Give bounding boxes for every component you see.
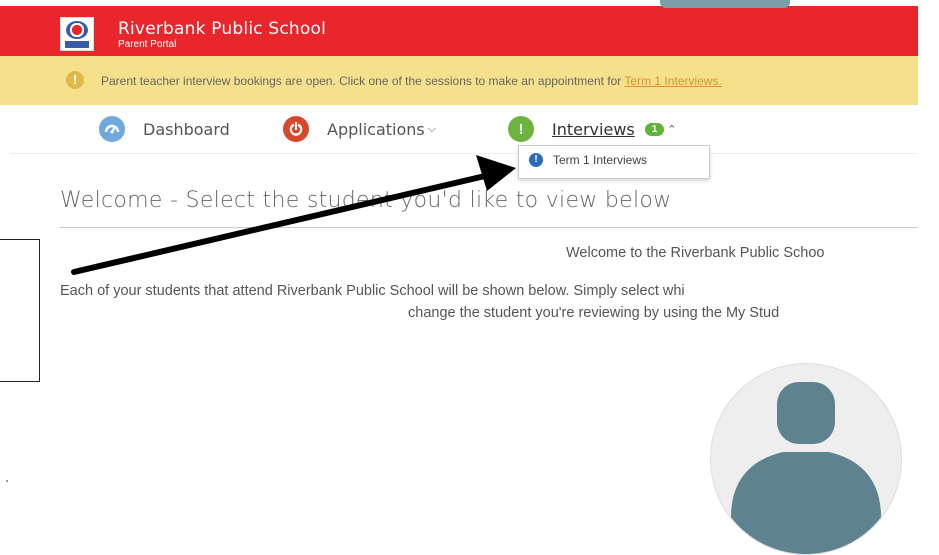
welcome-line-1: Welcome to the Riverbank Public Schoo bbox=[566, 245, 825, 261]
school-logo[interactable] bbox=[60, 17, 94, 51]
portal-name: Parent Portal bbox=[118, 39, 177, 50]
nav-divider bbox=[10, 153, 916, 154]
nav-dashboard[interactable]: Dashboard bbox=[99, 113, 230, 145]
term1-interviews-link[interactable]: Term 1 Interviews. bbox=[624, 74, 721, 88]
school-name: Riverbank Public School bbox=[118, 19, 327, 39]
edge-mask bbox=[918, 0, 939, 506]
title-divider bbox=[60, 227, 918, 228]
power-icon bbox=[283, 116, 309, 142]
dropdown-item-label: Term 1 Interviews bbox=[553, 153, 648, 167]
nav-interviews-label: Interviews bbox=[552, 119, 635, 139]
nav-interviews[interactable]: ! Interviews 1 ⌃ bbox=[508, 113, 677, 145]
nav-applications-label: Applications bbox=[327, 119, 425, 139]
exclamation-icon: ! bbox=[529, 153, 543, 167]
nav-dashboard-label: Dashboard bbox=[143, 119, 230, 139]
dropdown-item-term1-interviews[interactable]: ! Term 1 Interviews bbox=[529, 153, 647, 167]
welcome-line-3: change the student you're reviewing by u… bbox=[408, 305, 780, 321]
chevron-down-icon: ⌵ bbox=[427, 122, 437, 135]
page-title: Welcome - Select the student you'd like … bbox=[60, 188, 672, 213]
announcement-text: Parent teacher interview bookings are op… bbox=[101, 74, 722, 88]
interviews-count-badge: 1 bbox=[644, 122, 665, 136]
chevron-up-icon: ⌃ bbox=[667, 123, 677, 136]
exclamation-icon: ! bbox=[66, 71, 84, 89]
nav-applications[interactable]: Applications ⌵ bbox=[283, 113, 436, 145]
logo-crest-icon bbox=[66, 21, 88, 39]
interviews-dropdown: ! Term 1 Interviews bbox=[518, 145, 710, 179]
welcome-line-2: Each of your students that attend Riverb… bbox=[60, 283, 685, 299]
announcement-banner: ! Parent teacher interview bookings are … bbox=[0, 56, 918, 105]
main-nav: Dashboard Applications ⌵ ! Interviews 1 … bbox=[0, 108, 918, 152]
user-silhouette-icon bbox=[731, 382, 881, 554]
exclamation-icon: ! bbox=[508, 116, 534, 142]
side-panel-box bbox=[0, 239, 40, 382]
top-tab-stub bbox=[660, 0, 790, 8]
student-avatar[interactable] bbox=[710, 363, 902, 555]
dashboard-icon bbox=[99, 116, 125, 142]
app-header: Riverbank Public School Parent Portal bbox=[0, 6, 918, 56]
